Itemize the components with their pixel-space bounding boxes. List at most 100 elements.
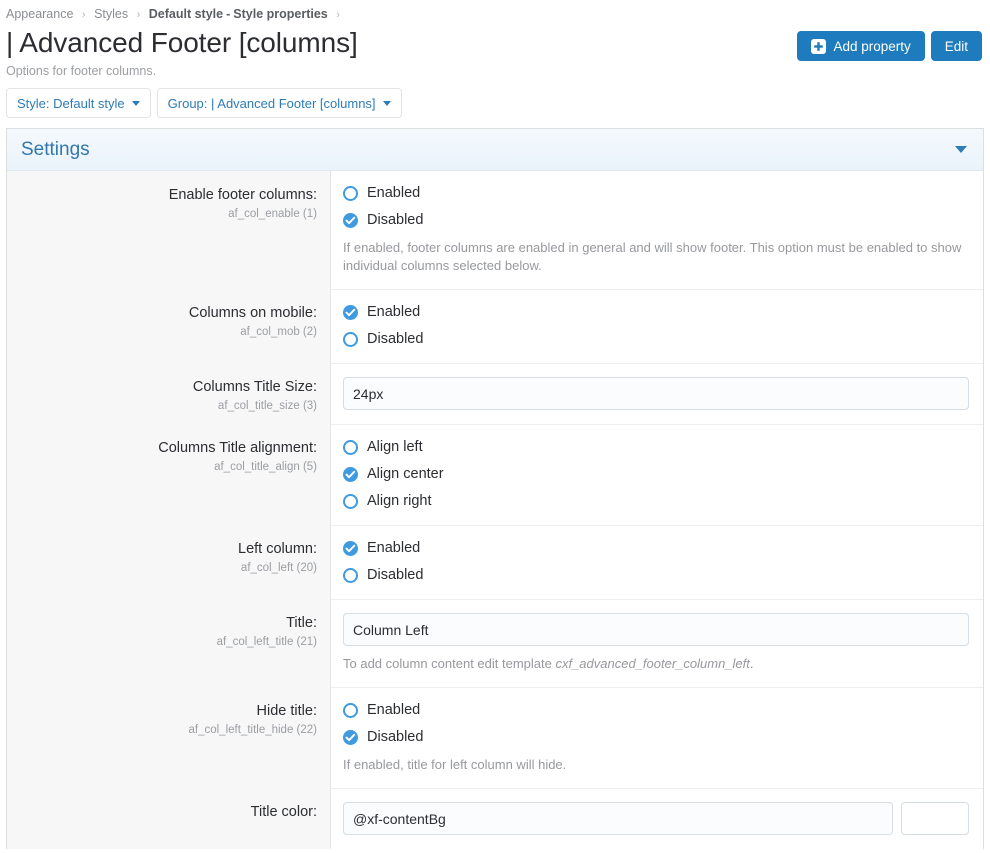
radio-option-label: Disabled <box>367 729 424 745</box>
row-property-code: af_col_left (20) <box>240 562 317 574</box>
radio-option-label: Enabled <box>367 304 421 320</box>
row-field-cell: Align left Align center Align right <box>331 424 983 525</box>
row-label-cell: Columns Title Size: af_col_title_size (3) <box>7 363 331 424</box>
row-label-title: Columns on mobile: <box>188 305 317 321</box>
filter-bar: Style: Default style Group: | Advanced F… <box>0 80 990 128</box>
chevron-down-icon[interactable] <box>955 146 967 153</box>
page-header: | Advanced Footer [columns] Options for … <box>0 24 990 80</box>
radio-option-label: Disabled <box>367 331 424 347</box>
row-help-template-name: cxf_advanced_footer_column_left <box>555 656 750 671</box>
breadcrumb: Appearance › Styles › Default style - Styl… <box>0 0 990 24</box>
row-property-code: af_col_enable (1) <box>228 208 317 220</box>
group-filter-button[interactable]: Group: | Advanced Footer [columns] <box>156 88 402 118</box>
radio-option-label: Disabled <box>367 212 424 228</box>
row-field-cell: Enabled Disabled If enabled, title for lef… <box>331 687 983 788</box>
radio-unselected-icon[interactable] <box>343 332 358 347</box>
row-label-title: Left column: <box>238 541 317 557</box>
style-filter-label: Style: Default style <box>17 95 125 111</box>
radio-option[interactable]: Disabled <box>343 211 969 230</box>
radio-unselected-icon[interactable] <box>343 494 358 509</box>
settings-row: Columns Title Size: af_col_title_size (3) <box>7 363 983 424</box>
breadcrumb-item-style-properties[interactable]: Style properties <box>233 7 327 21</box>
radio-selected-icon[interactable] <box>343 467 358 482</box>
row-property-code: af_col_left_title (21) <box>216 636 317 648</box>
style-filter-button[interactable]: Style: Default style <box>6 88 151 118</box>
group-filter-label: Group: | Advanced Footer [columns] <box>167 95 376 111</box>
radio-selected-icon[interactable] <box>343 213 358 228</box>
row-label-cell: Title color: <box>7 788 331 849</box>
radio-option[interactable]: Align left <box>343 438 969 457</box>
row-help-text: If enabled, title for left column will h… <box>343 757 567 772</box>
row-label-title: Columns Title Size: <box>192 379 317 395</box>
chevron-down-icon <box>131 100 140 106</box>
text-input[interactable] <box>343 613 969 646</box>
radio-option[interactable]: Disabled <box>343 728 969 747</box>
settings-row: Left column: af_col_left (20) Enabled Disab… <box>7 525 983 599</box>
radio-option[interactable]: Enabled <box>343 539 969 558</box>
row-property-code: af_col_title_align (5) <box>214 461 317 473</box>
breadcrumb-item-styles[interactable]: Styles <box>94 7 128 21</box>
edit-button[interactable]: Edit <box>930 31 982 61</box>
settings-row: Columns Title alignment: af_col_title_ali… <box>7 424 983 525</box>
breadcrumb-item-appearance[interactable]: Appearance <box>6 7 73 21</box>
settings-row: Enable footer columns: af_col_enable (1) E… <box>7 171 983 289</box>
row-field-cell: To add column content edit template cxf_… <box>331 599 983 687</box>
breadcrumb-separator-icon: › <box>136 9 141 21</box>
radio-option[interactable]: Align center <box>343 465 969 484</box>
radio-option-label: Disabled <box>367 567 424 583</box>
row-help-text: If enabled, footer columns are enabled i… <box>343 240 962 273</box>
row-label-title: Enable footer columns: <box>168 187 317 203</box>
row-label-title: Columns Title alignment: <box>158 440 317 456</box>
row-field-cell: Enabled Disabled <box>331 289 983 363</box>
radio-selected-icon[interactable] <box>343 305 358 320</box>
radio-option-label: Enabled <box>367 702 421 718</box>
row-field-cell: Enabled Disabled If enabled, footer column… <box>331 171 983 289</box>
row-label-title: Hide title: <box>256 703 317 719</box>
settings-section-header[interactable]: Settings <box>7 129 983 171</box>
row-label-cell: Title: af_col_left_title (21) <box>7 599 331 687</box>
settings-card: Settings Enable footer columns: af_col_en… <box>6 128 984 849</box>
breadcrumb-separator-icon: › <box>336 9 340 21</box>
row-field-cell: Enabled Disabled <box>331 525 983 599</box>
radio-option[interactable]: Enabled <box>343 303 969 322</box>
row-help-suffix: . <box>749 656 754 671</box>
color-swatch-button[interactable] <box>901 802 969 835</box>
page-actions: Add property Edit <box>797 31 982 61</box>
plus-icon <box>811 38 827 54</box>
radio-option[interactable]: Disabled <box>343 566 969 585</box>
radio-selected-icon[interactable] <box>343 730 358 745</box>
row-label-cell: Columns on mobile: af_col_mob (2) <box>7 289 331 363</box>
radio-selected-icon[interactable] <box>343 541 358 556</box>
add-property-button[interactable]: Add property <box>797 31 925 61</box>
settings-row: Title: af_col_left_title (21) To add colum… <box>7 599 983 687</box>
text-input[interactable] <box>343 377 969 410</box>
row-help-prefix: To add column content edit template <box>343 656 556 671</box>
radio-option[interactable]: Enabled <box>343 701 969 720</box>
radio-unselected-icon[interactable] <box>343 568 358 583</box>
row-help-text: To add column content edit template cxf_… <box>343 655 969 673</box>
radio-option[interactable]: Enabled <box>343 184 969 203</box>
breadcrumb-item-default-style[interactable]: Default style <box>149 7 223 21</box>
settings-rows: Enable footer columns: af_col_enable (1) E… <box>7 171 983 849</box>
radio-unselected-icon[interactable] <box>343 440 358 455</box>
radio-unselected-icon[interactable] <box>343 186 358 201</box>
settings-section-title: Settings <box>21 138 90 160</box>
breadcrumb-separator-icon: › <box>81 9 86 21</box>
color-value-input[interactable] <box>343 802 893 835</box>
row-label-cell: Enable footer columns: af_col_enable (1) <box>7 171 331 289</box>
settings-row: Hide title: af_col_left_title_hide (22) En… <box>7 687 983 788</box>
row-property-code: af_col_left_title_hide (22) <box>188 724 318 736</box>
row-label-cell: Left column: af_col_left (20) <box>7 525 331 599</box>
radio-option-label: Enabled <box>367 185 421 201</box>
row-label-cell: Columns Title alignment: af_col_title_ali… <box>7 424 331 525</box>
settings-row: Columns on mobile: af_col_mob (2) Enabled D… <box>7 289 983 363</box>
radio-option[interactable]: Disabled <box>343 330 969 349</box>
style-properties-page: Appearance › Styles › Default style - Styl… <box>0 0 990 853</box>
row-label-title: Title color: <box>250 804 317 820</box>
radio-unselected-icon[interactable] <box>343 703 358 718</box>
radio-option[interactable]: Align right <box>343 492 969 511</box>
breadcrumb-dash: - <box>226 7 231 21</box>
radio-option-label: Align left <box>367 439 423 455</box>
settings-row: Title color: <box>7 788 983 849</box>
radio-option-label: Align center <box>367 466 444 482</box>
